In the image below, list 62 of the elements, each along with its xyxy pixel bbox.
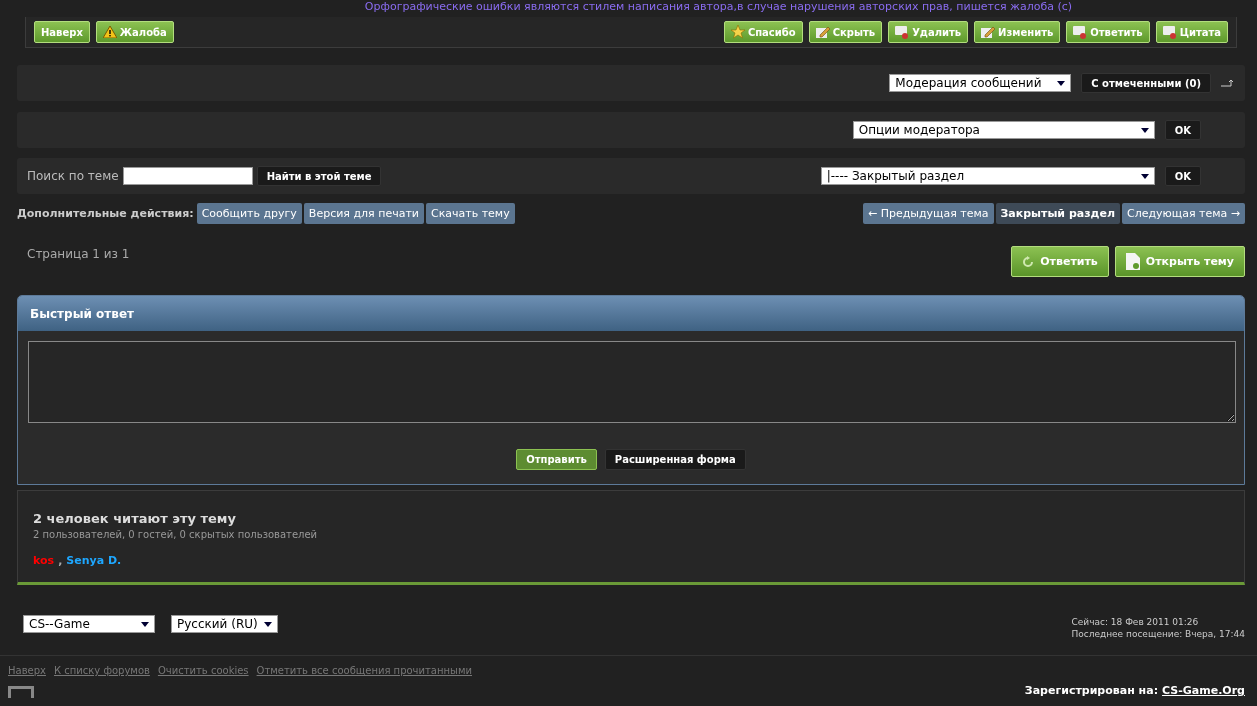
footer-link[interactable]: Очистить cookies — [157, 665, 249, 676]
current-time: Сейчас: 18 Фев 2011 01:26 — [1071, 617, 1200, 627]
caret-icon — [141, 621, 149, 627]
topic-nav-button[interactable]: Следующая тема → — [1122, 203, 1245, 224]
post-action-button[interactable]: Скрыть — [808, 21, 883, 43]
caret-icon — [1057, 80, 1066, 86]
caret-icon — [1140, 127, 1149, 133]
pencil-icon — [815, 25, 830, 39]
post-action-button[interactable]: Удалить — [888, 21, 969, 43]
footer-link[interactable]: Отметить все сообщения прочитанными — [256, 665, 472, 676]
topic-action-button[interactable]: Скачать тему — [426, 203, 515, 224]
panel-title: Быстрый ответ — [18, 296, 1244, 331]
moderator-options-dropdown[interactable]: Опции модератора — [852, 121, 1155, 139]
note-icon — [1073, 25, 1088, 39]
form-button[interactable]: Расширенная форма — [604, 449, 746, 470]
site-link[interactable]: CS-Game.Org — [1162, 684, 1245, 697]
extra-actions-label: Дополнительные действия: — [17, 207, 194, 220]
form-button[interactable]: Отправить — [516, 449, 597, 470]
caret-icon — [1140, 173, 1149, 179]
ok-button[interactable]: OK — [1164, 120, 1201, 140]
post-action-button[interactable]: Наверх — [34, 21, 90, 43]
star-icon — [730, 25, 745, 39]
warning-icon — [102, 26, 117, 38]
reply-textarea[interactable] — [28, 341, 1236, 423]
search-button[interactable]: Найти в этой теме — [256, 166, 382, 186]
topic-button[interactable]: Открыть тему — [1114, 246, 1245, 277]
user-link[interactable]: kos — [33, 554, 55, 567]
signature-text: Орфографические ошибки являются стилем написания автора,в случае нарушения авторских прав, пишется жалоба (с) — [363, 0, 1074, 14]
pagination-text: Страница 1 из 1 — [26, 246, 130, 261]
registered-label: Зарегистрирован на: — [1024, 684, 1159, 697]
post-action-button[interactable]: Жалоба — [95, 21, 174, 43]
post-action-button[interactable]: Изменить — [974, 21, 1061, 43]
footer-link[interactable]: К списку форумов — [53, 665, 150, 676]
page-icon — [1125, 253, 1140, 270]
post-action-button[interactable]: Ответить — [1066, 21, 1150, 43]
language-dropdown[interactable]: Русский (RU) — [171, 615, 278, 633]
caret-icon — [264, 621, 272, 627]
search-label: Поиск по теме — [27, 169, 119, 183]
readers-title: 2 человек читают эту тему — [33, 511, 237, 526]
selected-action-button[interactable]: С отмеченными (0) — [1081, 73, 1211, 93]
topic-button[interactable]: Ответить — [1011, 246, 1109, 277]
forum-jump-dropdown[interactable]: |---- Закрытый раздел — [820, 167, 1155, 185]
pencil-icon — [981, 25, 996, 39]
topic-nav-button[interactable]: Закрытый раздел — [995, 203, 1120, 224]
footer-link[interactable]: Наверх — [8, 665, 46, 676]
note-icon — [1162, 25, 1177, 39]
readers-summary: 2 пользователей, 0 гостей, 0 скрытых пользователей — [33, 529, 319, 540]
last-visit: Последнее посещение: Вчера, 17:44 — [1071, 629, 1245, 639]
ok-button[interactable]: OK — [1164, 166, 1201, 186]
corner-arrow-icon — [1221, 79, 1235, 87]
comma-separator: , — [58, 554, 63, 567]
skin-dropdown[interactable]: CS--Game — [23, 615, 155, 633]
user-link[interactable]: Senya D. — [66, 554, 122, 567]
post-action-button[interactable]: Спасибо — [723, 21, 803, 43]
moderation-dropdown[interactable]: Модерация сообщений — [889, 74, 1072, 92]
topic-action-button[interactable]: Сообщить другу — [196, 203, 302, 224]
reply-icon — [1022, 255, 1035, 268]
topic-action-button[interactable]: Версия для печати — [303, 203, 424, 224]
topic-nav-button[interactable]: ← Предыдущая тема — [862, 203, 994, 224]
post-action-button[interactable]: Цитата — [1155, 21, 1228, 43]
note-icon — [895, 25, 910, 39]
search-input[interactable] — [122, 167, 253, 185]
